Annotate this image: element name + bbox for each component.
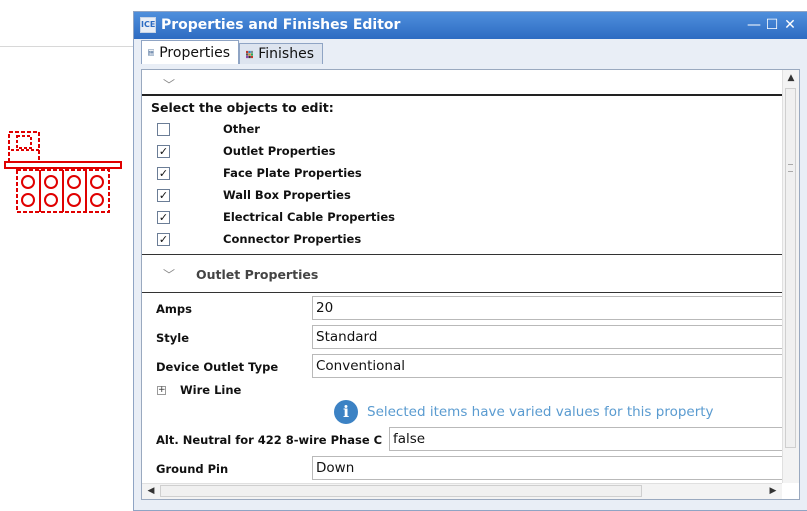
canvas-guide-line — [0, 46, 134, 47]
scroll-up-icon[interactable]: ▲ — [783, 70, 799, 86]
outlet-drawing[interactable] — [3, 130, 125, 216]
chevron-down-icon[interactable]: ﹀ — [163, 76, 175, 93]
property-label-ground-pin: Ground Pin — [156, 462, 229, 476]
tab-properties[interactable]: Properties — [141, 40, 239, 64]
checkbox-label: Other — [223, 122, 260, 136]
checkbox-label: Connector Properties — [223, 232, 362, 246]
property-label-style: Style — [156, 331, 190, 345]
close-button[interactable]: ✕ — [782, 17, 798, 33]
checkbox-label: Face Plate Properties — [223, 166, 362, 180]
property-label-wire-line: Wire Line — [180, 383, 242, 397]
objects-section-title: Select the objects to edit: — [151, 100, 334, 115]
property-label-device-outlet-type: Device Outlet Type — [156, 360, 279, 374]
varied-values-message: Selected items have varied values for th… — [367, 404, 714, 420]
vertical-scrollbar[interactable]: ▲ — [782, 70, 799, 483]
property-label-alt-neutral: Alt. Neutral for 422 8-wire Phase C — [156, 433, 383, 447]
window-titlebar[interactable]: ICE Properties and Finishes Editor — ☐ ✕ — [134, 12, 807, 39]
scroll-right-icon[interactable]: ▶ — [766, 484, 780, 499]
style-field[interactable]: Standard — [312, 325, 799, 349]
properties-finishes-window: ICE Properties and Finishes Editor — ☐ ✕… — [133, 11, 807, 511]
section-divider — [142, 94, 782, 96]
tab-strip: Properties Finishes — [134, 39, 807, 65]
minimize-button[interactable]: — — [746, 17, 762, 33]
section-divider — [142, 254, 782, 255]
tab-finishes[interactable]: Finishes — [239, 43, 323, 64]
tab-finishes-label: Finishes — [258, 46, 314, 62]
checkbox-face-plate-properties[interactable]: ✓ — [157, 167, 170, 180]
ground-pin-field[interactable]: Down — [312, 456, 799, 480]
object-row-connector[interactable]: ✓ Connector Properties — [142, 230, 772, 250]
tab-properties-label: Properties — [159, 44, 230, 61]
chevron-down-icon[interactable]: ﹀ — [163, 266, 175, 283]
checkbox-label: Outlet Properties — [223, 144, 336, 158]
alt-neutral-field[interactable]: false — [389, 427, 799, 451]
checkbox-label: Electrical Cable Properties — [223, 210, 396, 224]
object-row-face-plate[interactable]: ✓ Face Plate Properties — [142, 164, 772, 184]
list-icon — [148, 49, 155, 56]
swatch-grid-icon — [246, 50, 254, 58]
app-icon: ICE — [140, 17, 156, 33]
object-row-outlet[interactable]: ✓ Outlet Properties — [142, 142, 772, 162]
expand-wire-line-button[interactable]: + — [157, 386, 166, 395]
scroll-left-icon[interactable]: ◀ — [144, 484, 158, 499]
checkbox-wall-box-properties[interactable]: ✓ — [157, 189, 170, 202]
section-divider — [142, 292, 782, 293]
properties-panel: ﹀ Select the objects to edit: Other ✓ Ou… — [141, 69, 800, 500]
object-row-electrical-cable[interactable]: ✓ Electrical Cable Properties — [142, 208, 772, 228]
device-outlet-type-field[interactable]: Conventional — [312, 354, 799, 378]
object-row-other[interactable]: Other — [142, 120, 772, 140]
amps-field[interactable]: 20 — [312, 296, 799, 320]
vertical-scroll-thumb[interactable] — [785, 88, 796, 448]
checkbox-electrical-cable-properties[interactable]: ✓ — [157, 211, 170, 224]
checkbox-outlet-properties[interactable]: ✓ — [157, 145, 170, 158]
property-label-amps: Amps — [156, 302, 192, 316]
window-title: Properties and Finishes Editor — [161, 17, 401, 33]
info-icon: i — [334, 400, 358, 424]
horizontal-scrollbar[interactable]: ◀ ▶ — [142, 483, 782, 499]
horizontal-scroll-thumb[interactable] — [160, 485, 642, 497]
checkbox-connector-properties[interactable]: ✓ — [157, 233, 170, 246]
object-row-wall-box[interactable]: ✓ Wall Box Properties — [142, 186, 772, 206]
outlet-section-title: Outlet Properties — [196, 267, 319, 282]
maximize-button[interactable]: ☐ — [764, 17, 780, 33]
checkbox-label: Wall Box Properties — [223, 188, 351, 202]
checkbox-other[interactable] — [157, 123, 170, 136]
